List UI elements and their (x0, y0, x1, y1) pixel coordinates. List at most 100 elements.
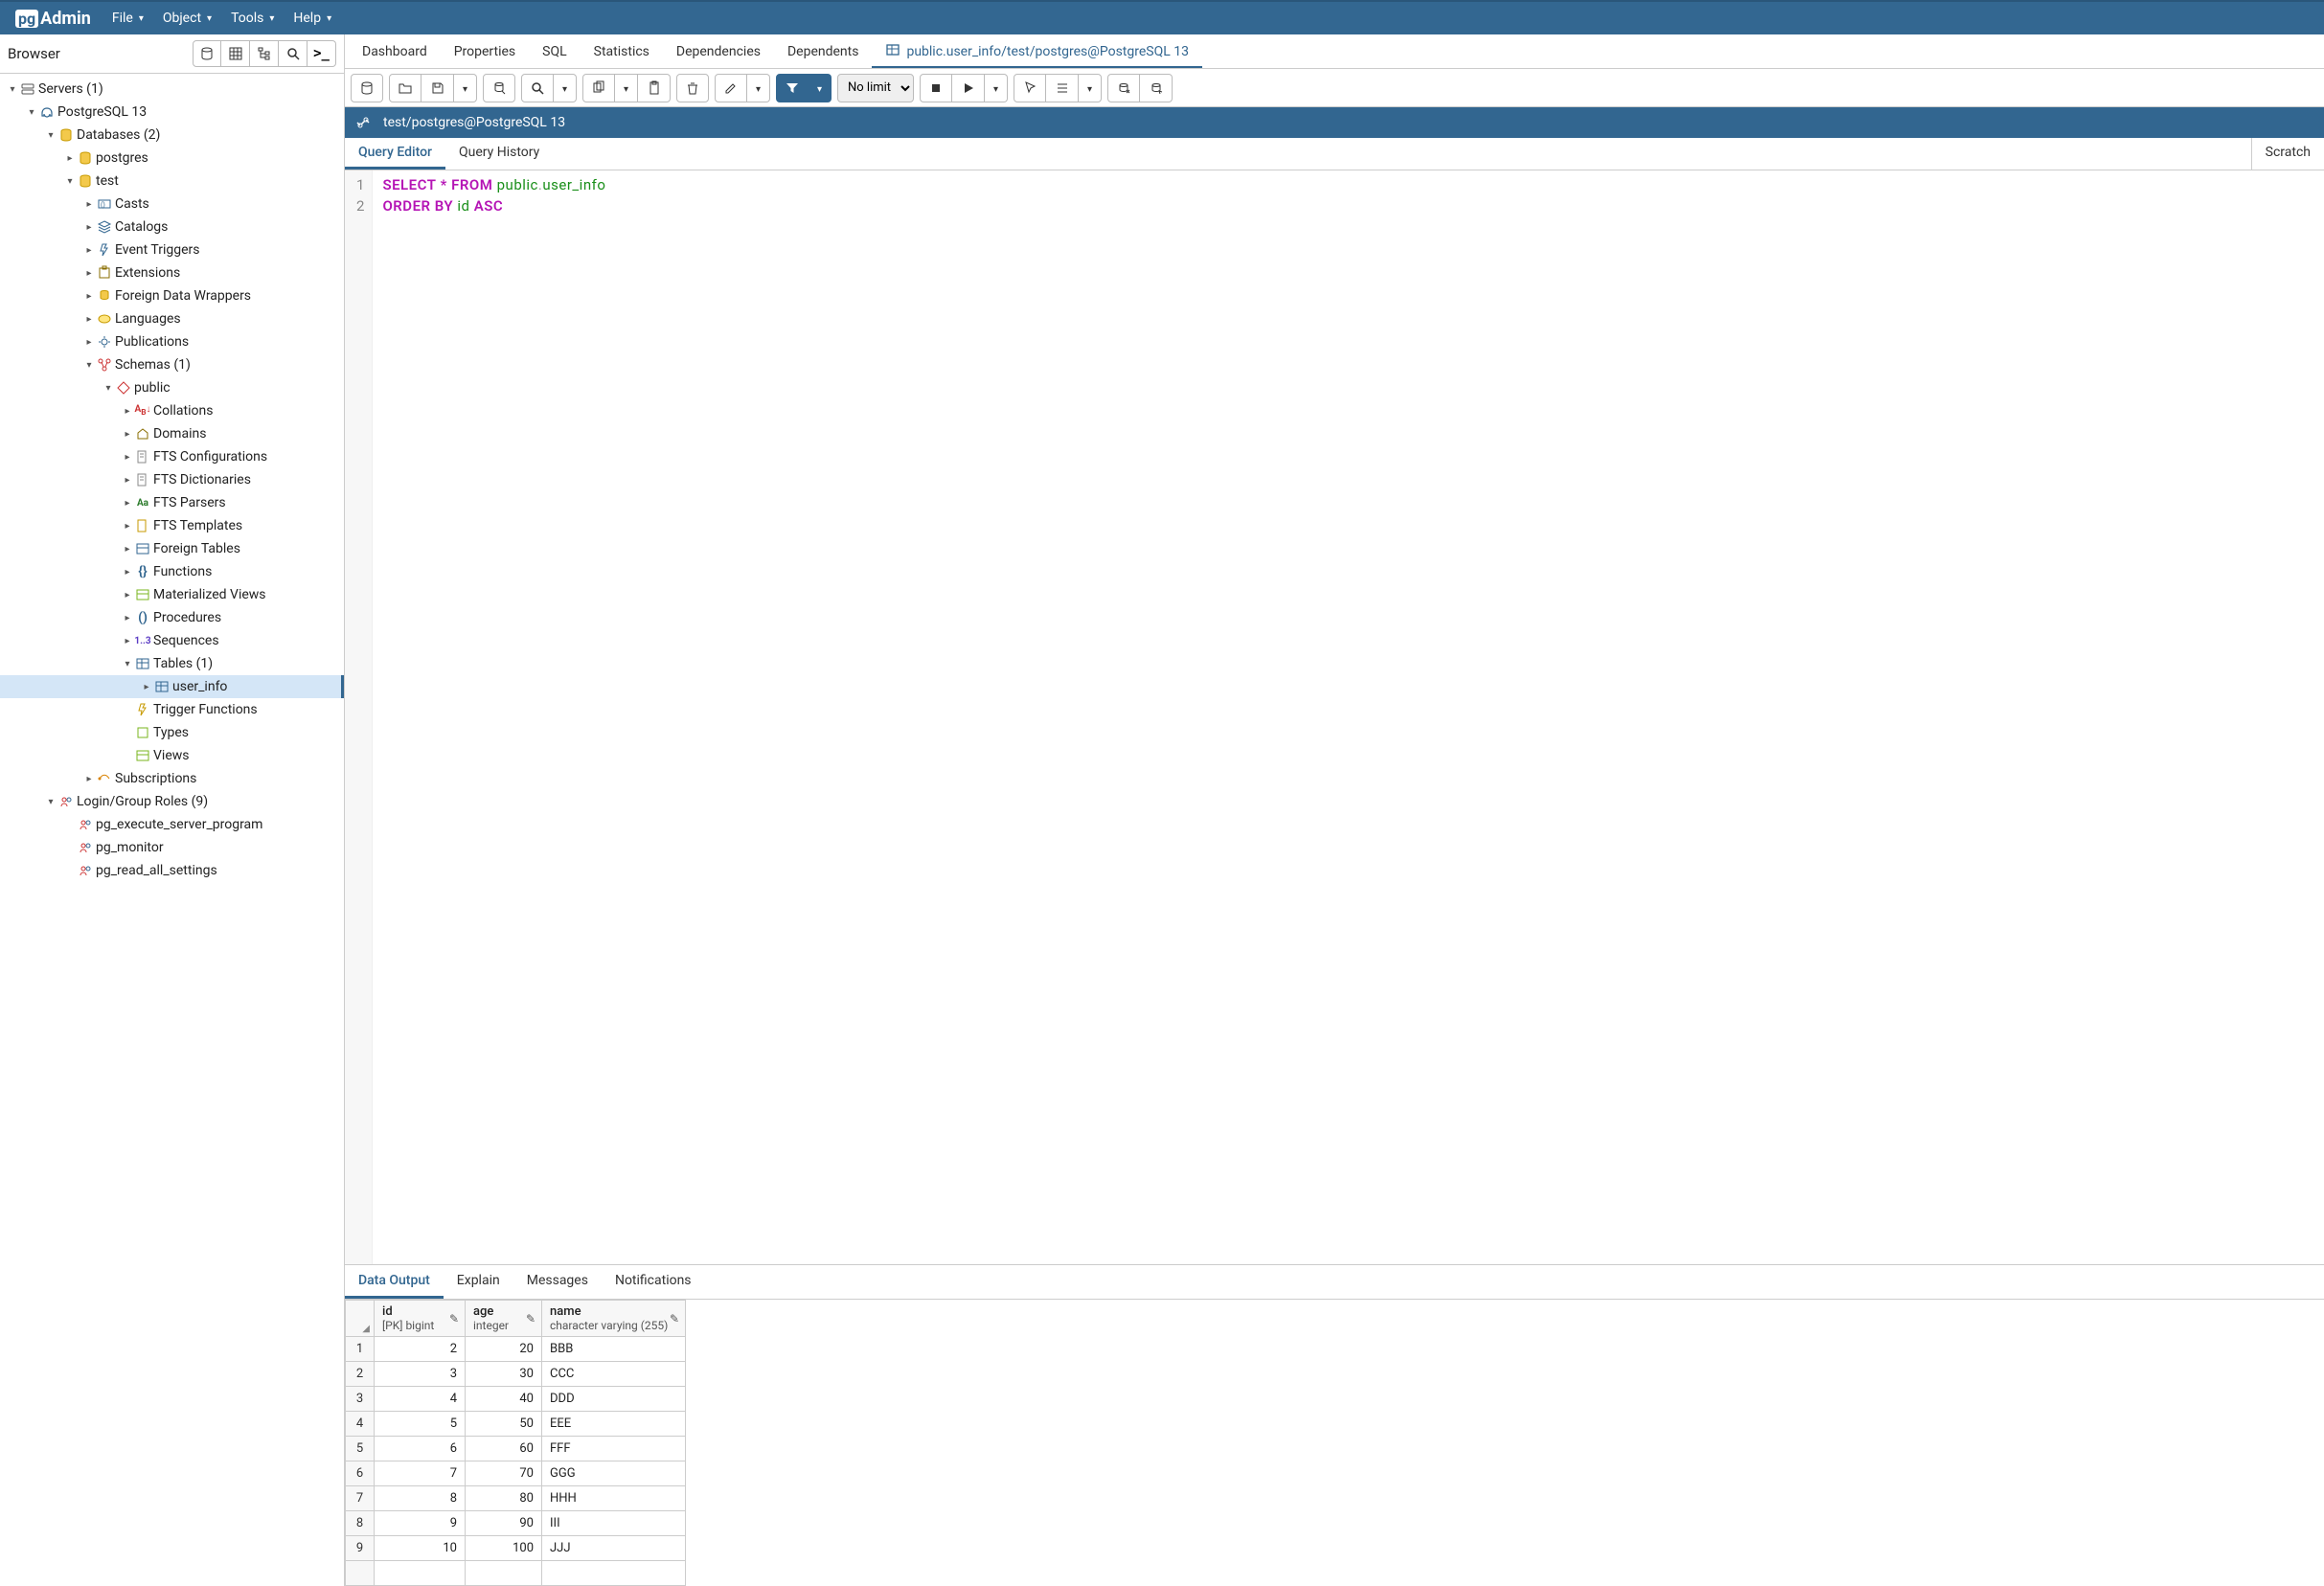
btn-explain-dd[interactable] (1079, 74, 1102, 102)
cell[interactable]: HHH (542, 1486, 686, 1511)
tree-caret[interactable] (121, 521, 134, 532)
tree-caret[interactable] (82, 314, 96, 325)
tree-node[interactable]: Event Triggers (0, 238, 344, 261)
table-row-empty[interactable] (346, 1561, 686, 1586)
table-row[interactable]: 5660FFF (346, 1437, 686, 1461)
tree-caret[interactable] (82, 245, 96, 256)
tree-caret[interactable] (121, 590, 134, 600)
tree-caret[interactable] (121, 498, 134, 509)
tab-dependencies[interactable]: Dependencies (663, 36, 774, 67)
tree-caret[interactable] (82, 268, 96, 279)
tree-caret[interactable] (121, 452, 134, 463)
tool-search-icon[interactable] (279, 40, 308, 67)
tree-caret[interactable] (44, 797, 57, 807)
cell[interactable]: BBB (542, 1337, 686, 1362)
menu-object[interactable]: Object (153, 7, 221, 30)
btn-paste-icon[interactable] (638, 74, 671, 102)
btn-stop-icon[interactable] (920, 74, 952, 102)
tree-caret[interactable] (121, 567, 134, 578)
tab-explain[interactable]: Explain (444, 1265, 513, 1299)
btn-run-dd[interactable] (985, 74, 1008, 102)
tree-node[interactable]: Views (0, 744, 344, 767)
tree-caret[interactable] (44, 130, 57, 141)
btn-cursor-icon[interactable] (1014, 74, 1046, 102)
tree-caret[interactable] (82, 222, 96, 233)
btn-filter-icon[interactable] (776, 74, 809, 102)
tree-caret[interactable] (140, 682, 153, 692)
sql-editor[interactable]: 12 SELECT * FROM public.user_infoORDER B… (345, 170, 2324, 1265)
cell[interactable]: 6 (375, 1437, 466, 1461)
tab-data-output[interactable]: Data Output (345, 1265, 444, 1299)
connection-status-icon[interactable] (353, 112, 374, 133)
table-row[interactable]: 8990III (346, 1511, 686, 1536)
tree-node[interactable]: pg_execute_server_program (0, 813, 344, 836)
cell[interactable]: 30 (466, 1362, 542, 1387)
cell[interactable]: 90 (466, 1511, 542, 1536)
tab-notifications[interactable]: Notifications (602, 1265, 705, 1299)
tree-node[interactable]: FTS Dictionaries (0, 468, 344, 491)
cell[interactable]: GGG (542, 1461, 686, 1486)
cell[interactable]: 2 (375, 1337, 466, 1362)
row-number[interactable]: 4 (346, 1412, 375, 1437)
tree-node[interactable]: ()Procedures (0, 606, 344, 629)
table-row[interactable]: 3440DDD (346, 1387, 686, 1412)
tree-node[interactable]: pg_monitor (0, 836, 344, 859)
tree-caret[interactable] (121, 406, 134, 417)
column-header[interactable]: ageinteger✎ (466, 1301, 542, 1337)
row-number[interactable]: 8 (346, 1511, 375, 1536)
cell[interactable]: 60 (466, 1437, 542, 1461)
tree-node[interactable]: Foreign Tables (0, 537, 344, 560)
btn-copy-dd[interactable] (615, 74, 638, 102)
tree-node[interactable]: Domains (0, 422, 344, 445)
row-number[interactable]: 6 (346, 1461, 375, 1486)
data-grid[interactable]: id[PK] bigint✎ageinteger✎namecharacter v… (345, 1300, 686, 1586)
tree-node[interactable]: {}Functions (0, 560, 344, 583)
btn-commit-icon[interactable] (1107, 74, 1140, 102)
object-tree[interactable]: Servers (1)PostgreSQL 13Databases (2)pos… (0, 74, 344, 1586)
cell[interactable]: 70 (466, 1461, 542, 1486)
cell[interactable]: 80 (466, 1486, 542, 1511)
tree-node[interactable]: Tables (1) (0, 652, 344, 675)
tree-node[interactable]: Databases (2) (0, 124, 344, 147)
tab-properties[interactable]: Properties (441, 36, 529, 67)
cell[interactable]: 100 (466, 1536, 542, 1561)
btn-save-icon[interactable] (422, 74, 454, 102)
tree-node[interactable]: pg_read_all_settings (0, 859, 344, 882)
menu-tools[interactable]: Tools (221, 7, 284, 30)
tab-scratch[interactable]: Scratch (2251, 138, 2324, 170)
tree-node[interactable]: Languages (0, 307, 344, 330)
cell[interactable]: CCC (542, 1362, 686, 1387)
tree-node[interactable]: PostgreSQL 13 (0, 101, 344, 124)
tree-node[interactable]: Materialized Views (0, 583, 344, 606)
table-row[interactable]: 2330CCC (346, 1362, 686, 1387)
menu-file[interactable]: File (103, 7, 153, 30)
cell[interactable]: 4 (375, 1387, 466, 1412)
column-header[interactable]: id[PK] bigint✎ (375, 1301, 466, 1337)
limit-select[interactable]: No limit (837, 74, 914, 102)
grid-corner[interactable] (346, 1301, 375, 1337)
tree-node[interactable]: Servers (1) (0, 78, 344, 101)
table-row[interactable]: 910100JJJ (346, 1536, 686, 1561)
row-number[interactable]: 9 (346, 1536, 375, 1561)
tab-query-history[interactable]: Query History (445, 138, 553, 170)
tree-node[interactable]: AB↓Collations (0, 399, 344, 422)
tree-node[interactable]: Extensions (0, 261, 344, 284)
tree-caret[interactable] (121, 659, 134, 669)
tree-caret[interactable] (82, 337, 96, 348)
btn-delete-icon[interactable] (676, 74, 709, 102)
tree-node[interactable]: Trigger Functions (0, 698, 344, 721)
tool-grid-icon[interactable] (221, 40, 250, 67)
tree-caret[interactable] (82, 291, 96, 302)
row-number[interactable]: 7 (346, 1486, 375, 1511)
tab-dashboard[interactable]: Dashboard (349, 36, 441, 67)
tree-caret[interactable] (121, 429, 134, 440)
tree-caret[interactable] (63, 153, 77, 164)
tree-node[interactable]: public (0, 376, 344, 399)
btn-rollback-icon[interactable] (1140, 74, 1173, 102)
row-number[interactable]: 1 (346, 1337, 375, 1362)
column-header[interactable]: namecharacter varying (255)✎ (542, 1301, 686, 1337)
btn-copy-icon[interactable] (582, 74, 615, 102)
cell[interactable]: III (542, 1511, 686, 1536)
tab-messages[interactable]: Messages (513, 1265, 602, 1299)
tree-node[interactable]: Catalogs (0, 215, 344, 238)
